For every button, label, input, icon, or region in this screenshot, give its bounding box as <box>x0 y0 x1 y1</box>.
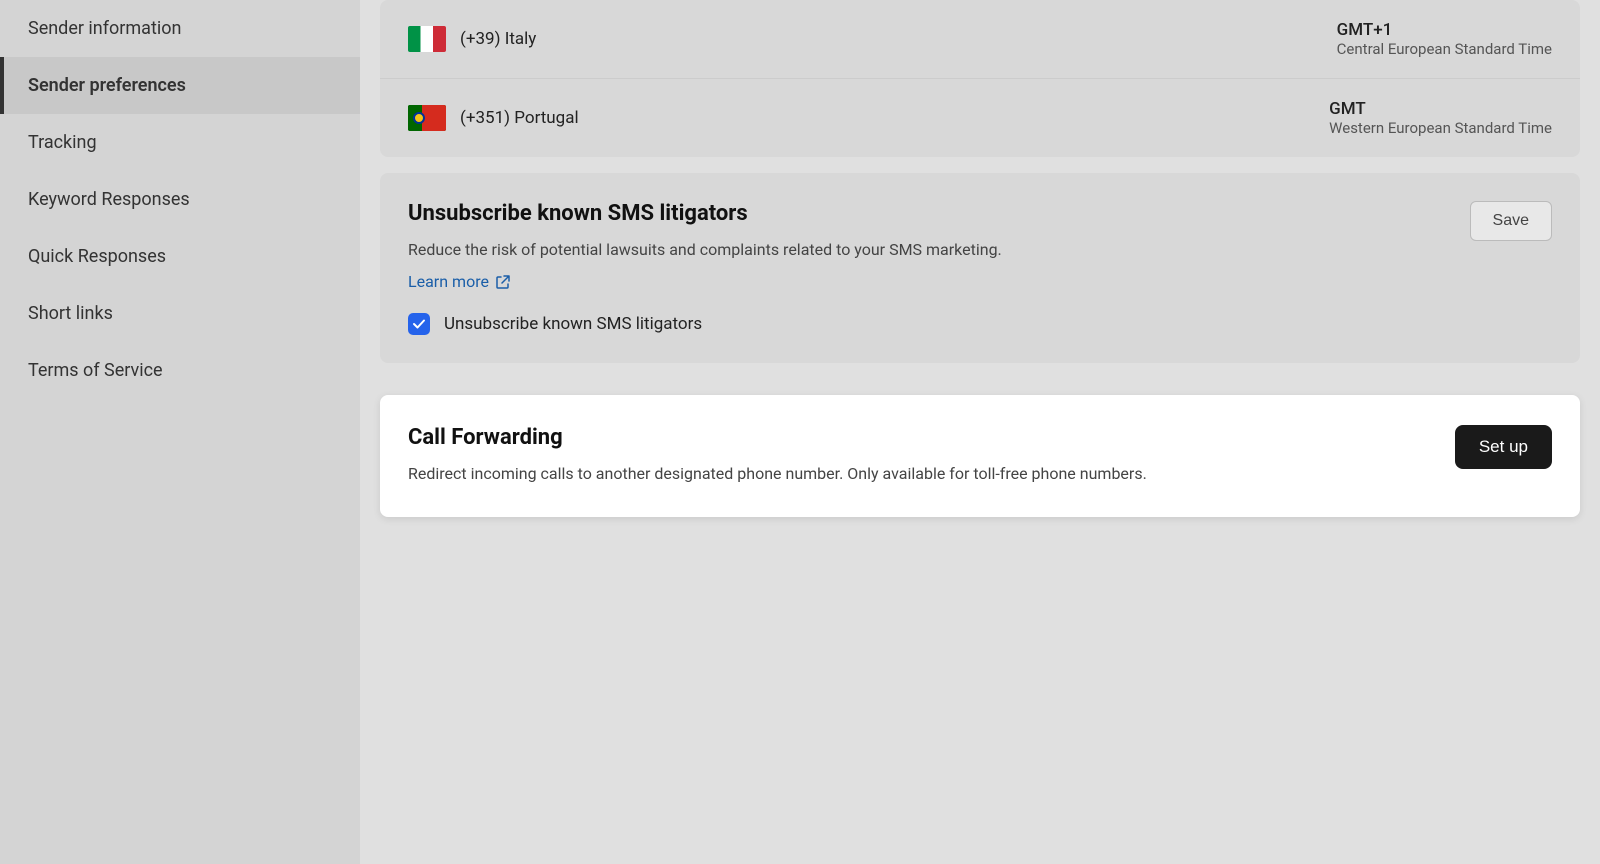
call-forwarding-description: Redirect incoming calls to another desig… <box>408 462 1228 487</box>
flag-portugal <box>408 105 446 131</box>
unsubscribe-checkbox[interactable] <box>408 313 430 335</box>
flag-italy <box>408 26 446 52</box>
main-content: (+39) Italy GMT+1 Central European Stand… <box>360 0 1600 864</box>
checkmark-icon <box>412 317 426 331</box>
sidebar-item-quick-responses[interactable]: Quick Responses <box>0 228 360 285</box>
sidebar-item-keyword-responses[interactable]: Keyword Responses <box>0 171 360 228</box>
setup-button[interactable]: Set up <box>1455 425 1552 469</box>
sidebar-item-terms-of-service[interactable]: Terms of Service <box>0 342 360 399</box>
sidebar-item-sender-preferences[interactable]: Sender preferences <box>0 57 360 114</box>
timezone-row-italy: (+39) Italy GMT+1 Central European Stand… <box>380 0 1580 79</box>
call-forwarding-card: Call Forwarding Redirect incoming calls … <box>380 395 1580 517</box>
tz-label-portugal: Western European Standard Time <box>1329 119 1552 137</box>
external-link-icon <box>495 274 511 290</box>
timezone-info-portugal: GMT Western European Standard Time <box>1329 99 1552 137</box>
timezone-row-portugal: (+351) Portugal GMT Western European Sta… <box>380 79 1580 157</box>
call-forwarding-title: Call Forwarding <box>408 425 1552 450</box>
timezone-card: (+39) Italy GMT+1 Central European Stand… <box>380 0 1580 157</box>
gmt-offset-portugal: GMT <box>1329 99 1552 119</box>
gmt-offset-italy: GMT+1 <box>1337 20 1552 40</box>
unsubscribe-description: Reduce the risk of potential lawsuits an… <box>408 238 1228 262</box>
unsubscribe-card: Unsubscribe known SMS litigators Reduce … <box>380 173 1580 363</box>
sidebar: Sender information Sender preferences Tr… <box>0 0 360 864</box>
checkbox-row: Unsubscribe known SMS litigators <box>408 313 1552 335</box>
country-italy: (+39) Italy <box>460 29 840 49</box>
tz-label-italy: Central European Standard Time <box>1337 40 1552 58</box>
sidebar-item-tracking[interactable]: Tracking <box>0 114 360 171</box>
sidebar-item-sender-information[interactable]: Sender information <box>0 0 360 57</box>
learn-more-link[interactable]: Learn more <box>408 272 511 291</box>
unsubscribe-title: Unsubscribe known SMS litigators <box>408 201 1552 226</box>
country-portugal: (+351) Portugal <box>460 108 840 128</box>
checkbox-label: Unsubscribe known SMS litigators <box>444 314 702 334</box>
timezone-info-italy: GMT+1 Central European Standard Time <box>1337 20 1552 58</box>
sidebar-item-short-links[interactable]: Short links <box>0 285 360 342</box>
save-button[interactable]: Save <box>1470 201 1552 241</box>
